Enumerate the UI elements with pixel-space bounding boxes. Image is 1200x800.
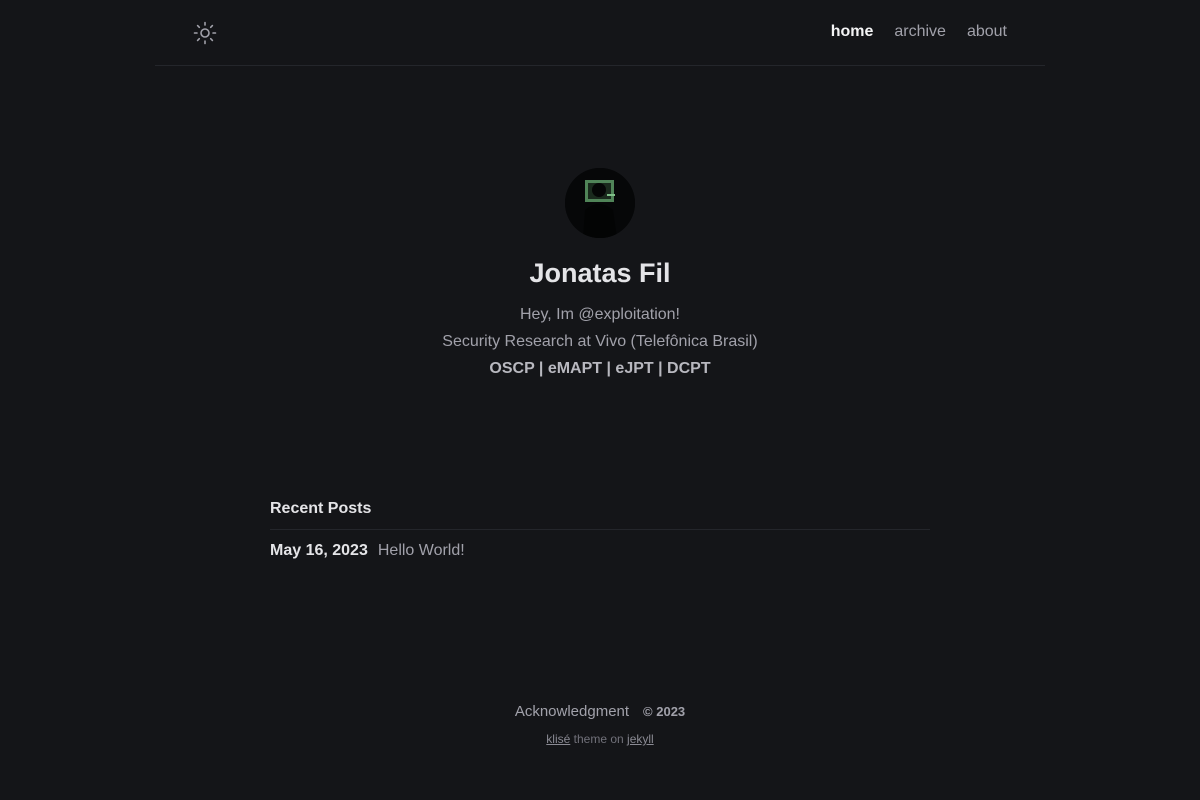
copyright-text: © 2023 (643, 704, 686, 719)
profile-name: Jonatas Fil (529, 258, 671, 288)
acknowledgment-link[interactable]: Acknowledgment (515, 702, 629, 722)
post-title-link[interactable]: Hello World! (378, 540, 465, 562)
nav-links: home archive about (831, 22, 1007, 42)
nav-link-about[interactable]: about (967, 22, 1007, 42)
avatar (565, 168, 635, 238)
footer-top-row: Acknowledgment © 2023 (0, 702, 1200, 722)
top-navbar: home archive about (155, 0, 1045, 66)
theme-on-text: theme on (573, 732, 624, 746)
bio-line-handle: Hey, Im @exploitation! (519, 306, 680, 323)
bio-line-role: Security Research at Vivo (Telefônica Br… (442, 333, 758, 350)
recent-posts-section: Recent Posts May 16, 2023 Hello World! (270, 498, 930, 562)
footer-credits: klisé theme on jekyll (0, 731, 1200, 747)
post-list-item: May 16, 2023 Hello World! (270, 540, 930, 562)
page-footer: Acknowledgment © 2023 klisé theme on jek… (0, 702, 1200, 747)
jekyll-link[interactable]: jekyll (627, 732, 654, 746)
nav-link-archive[interactable]: archive (894, 22, 946, 42)
post-date: May 16, 2023 (270, 542, 368, 559)
theme-link[interactable]: klisé (546, 732, 570, 746)
profile-section: Jonatas Fil Hey, Im @exploitation! Secur… (0, 168, 1200, 382)
bio-line-certifications: OSCP | eMAPT | eJPT | DCPT (489, 360, 711, 377)
recent-posts-heading: Recent Posts (270, 498, 930, 530)
theme-toggle-button[interactable] (193, 21, 217, 45)
nav-link-home[interactable]: home (831, 22, 874, 42)
sun-icon (193, 21, 217, 45)
